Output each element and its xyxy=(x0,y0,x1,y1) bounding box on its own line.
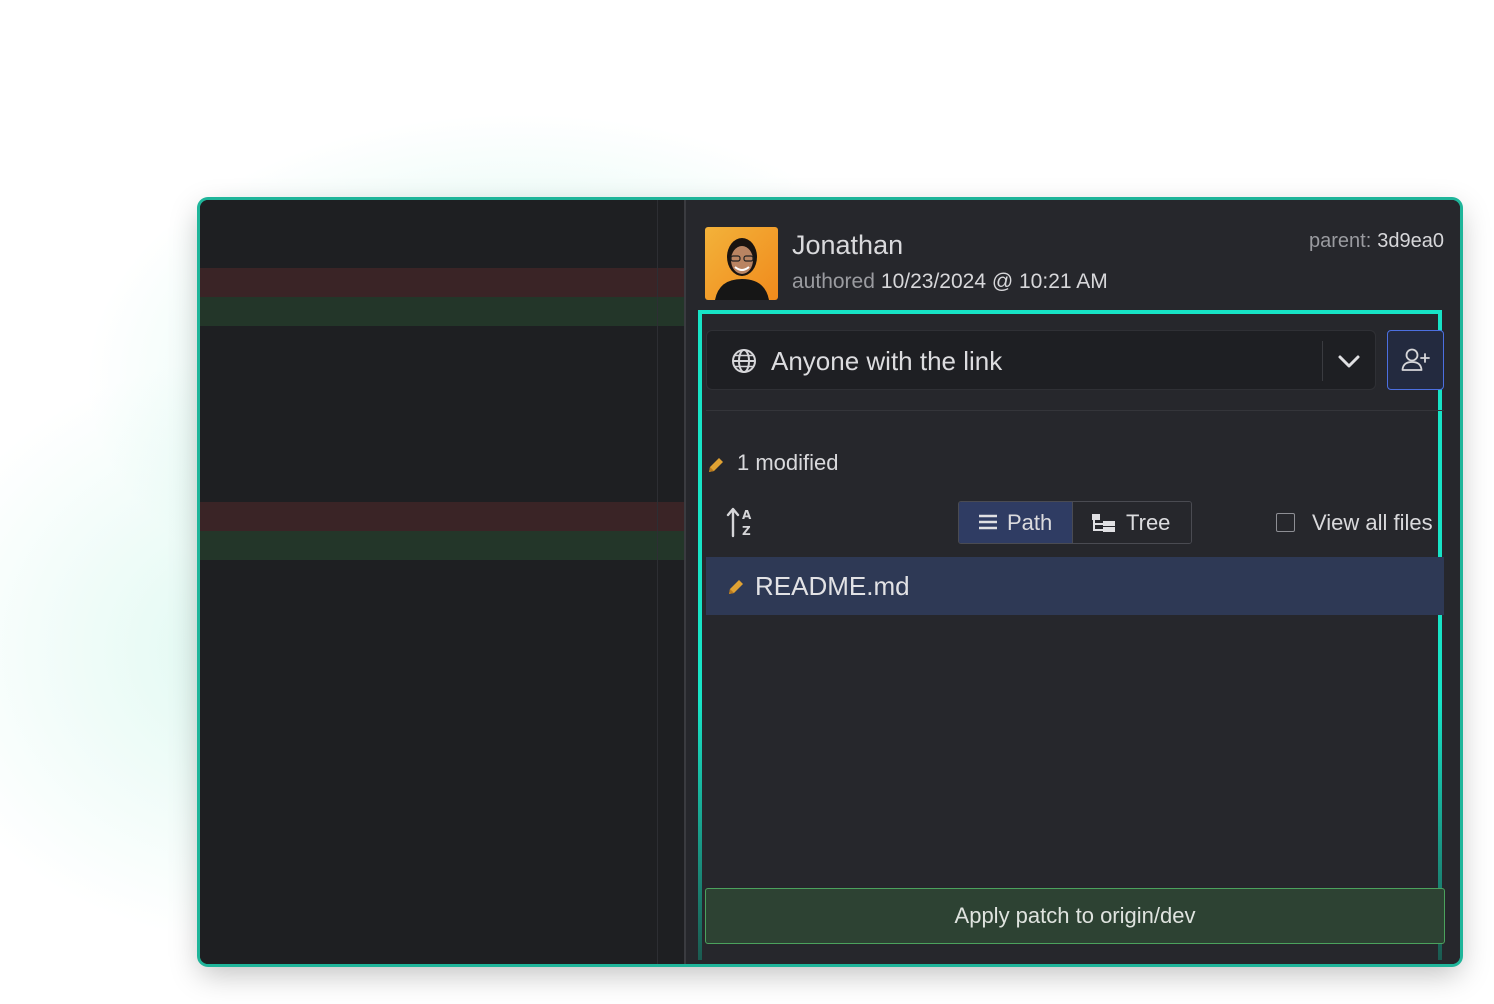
globe-icon xyxy=(732,349,756,373)
chevron-down-icon[interactable] xyxy=(1337,351,1361,371)
view-mode-tree-label: Tree xyxy=(1126,510,1171,535)
author-name: Jonathan xyxy=(792,230,904,260)
add-user-button[interactable] xyxy=(1387,330,1444,390)
view-all-files-label: View all files xyxy=(1312,510,1433,535)
user-plus-icon xyxy=(1401,348,1430,371)
diff-line-removed xyxy=(200,268,684,297)
pencil-icon xyxy=(709,458,723,472)
parent-hash[interactable]: 3d9ea0 xyxy=(1377,230,1444,252)
section-divider xyxy=(706,410,1444,411)
diff-line-added xyxy=(200,297,684,326)
view-mode-path[interactable]: Path xyxy=(959,502,1073,543)
diff-line-added xyxy=(200,531,684,560)
view-all-files-checkbox[interactable] xyxy=(1276,513,1295,532)
focus-highlight xyxy=(698,310,1442,960)
view-mode-tree[interactable]: Tree xyxy=(1073,502,1191,543)
avatar xyxy=(705,227,778,300)
changes-summary-label: 1 modified xyxy=(737,450,839,475)
list-icon xyxy=(979,514,997,530)
parent-commit[interactable]: parent: 3d9ea0 xyxy=(1309,230,1444,253)
share-visibility-select[interactable]: Anyone with the link xyxy=(706,330,1376,390)
view-mode-path-label: Path xyxy=(1007,510,1053,535)
select-divider xyxy=(1322,341,1323,381)
parent-label: parent: xyxy=(1308,230,1372,252)
svg-text:A: A xyxy=(742,508,752,522)
apply-patch-button[interactable]: Apply patch to origin/dev xyxy=(705,888,1445,944)
file-name: README.md xyxy=(755,571,910,601)
file-list-item[interactable]: README.md xyxy=(706,557,1444,615)
authored-info: authored 10/23/2024 @ 10:21 AM xyxy=(792,270,1108,294)
authored-label: authored xyxy=(792,270,875,293)
view-mode-toggle: Path Tree xyxy=(958,501,1192,544)
authored-date: 10/23/2024 @ 10:21 AM xyxy=(880,270,1108,293)
sort-az-icon[interactable]: A Z xyxy=(726,506,756,538)
app-window: Jonathan authored 10/23/2024 @ 10:21 AM p… xyxy=(200,200,1460,964)
commit-details-panel: Jonathan authored 10/23/2024 @ 10:21 AM p… xyxy=(686,200,1460,964)
diff-view[interactable] xyxy=(200,200,684,964)
share-visibility-label: Anyone with the link xyxy=(771,346,1003,376)
diff-line-removed xyxy=(200,502,684,531)
tree-icon xyxy=(1092,514,1115,532)
diff-gutter-divider xyxy=(657,200,658,964)
svg-text:Z: Z xyxy=(742,524,751,538)
pencil-icon xyxy=(729,580,743,594)
